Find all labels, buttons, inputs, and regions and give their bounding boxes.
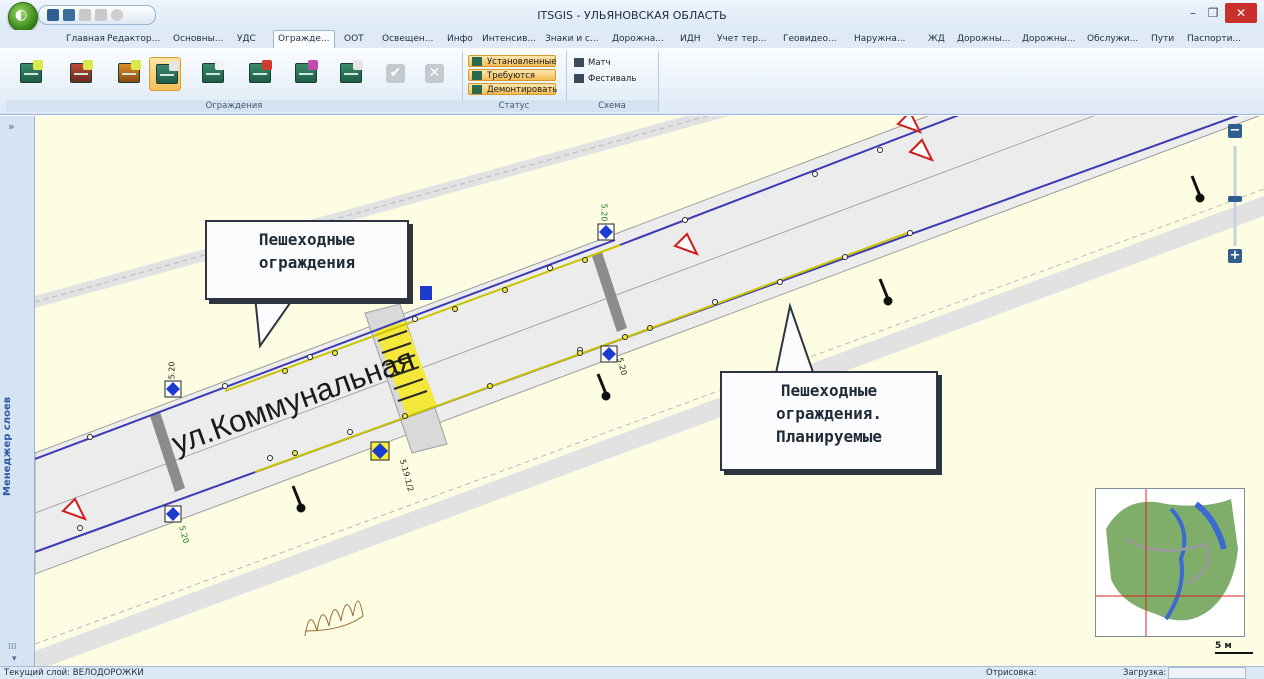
tab-road-1[interactable]: Дорожны...: [957, 31, 1010, 48]
tab-outdoor[interactable]: Наружна...: [854, 31, 905, 48]
scale-bar: 5 м: [1215, 641, 1255, 654]
tab-signs[interactable]: Знаки и с...: [545, 31, 599, 48]
fence-properties-button[interactable]: [334, 57, 364, 89]
paint-fence-button[interactable]: [289, 57, 319, 89]
close-button[interactable]: ✕: [1225, 3, 1257, 23]
tab-editor[interactable]: Редактор...: [107, 31, 160, 48]
load-label: Загрузка:: [1123, 668, 1167, 678]
cancel-button[interactable]: ✕: [419, 57, 449, 89]
sign-label: 5.20: [599, 203, 609, 222]
status-required-label: Требуются: [487, 71, 535, 81]
road-surface: [35, 116, 1261, 575]
tab-info[interactable]: Инфо: [447, 31, 473, 48]
festival-icon: [574, 74, 584, 83]
barrier-add-icon: [118, 60, 141, 83]
load-progress: [1168, 667, 1246, 679]
schema-festival-button[interactable]: Фестиваль: [572, 73, 636, 85]
zoom-slider-thumb[interactable]: [1228, 196, 1242, 202]
status-required-button[interactable]: Требуются: [468, 69, 556, 81]
sketch-mark: [304, 600, 364, 637]
edit-fence-button[interactable]: [149, 57, 181, 91]
status-bar: Текущий слой: ВЕЛОДОРОЖКИ Отрисовка: Заг…: [0, 666, 1264, 679]
ribbon: ✔ ✕ Ограждения Установленные Требуются Д…: [0, 48, 1264, 115]
collapse-panel-icon[interactable]: »: [8, 120, 15, 133]
schema-festival-label: Фестиваль: [588, 74, 637, 84]
checkmark-icon: ✔: [386, 64, 405, 83]
schema-group-label: Схема: [566, 100, 658, 112]
delete-fence-button[interactable]: [243, 57, 273, 89]
fence-delete-icon: [249, 60, 272, 83]
map-svg[interactable]: [35, 116, 1264, 666]
scale-label: 5 м: [1215, 641, 1232, 651]
layer-manager-panel[interactable]: » Менеджер слоев ⁞⁞⁞ ▾: [0, 116, 35, 666]
window-title: ITSGIS - УЛЬЯНОВСКАЯ ОБЛАСТЬ: [537, 9, 727, 22]
title-bar: ◐ ITSGIS - УЛЬЯНОВСКАЯ ОБЛАСТЬ – ❐ ✕: [0, 0, 1264, 32]
tab-main[interactable]: Главная: [66, 31, 105, 48]
minimize-button[interactable]: –: [1183, 3, 1203, 23]
layer-manager-label[interactable]: Менеджер слоев: [2, 397, 13, 496]
fences-group: ✔ ✕ Ограждения: [6, 51, 463, 112]
cross-icon: ✕: [425, 64, 444, 83]
panel-grip-icon[interactable]: ⁞⁞⁞: [8, 642, 17, 652]
tab-service[interactable]: Обслужи...: [1087, 31, 1138, 48]
status-dismantle-button[interactable]: Демонтировать: [468, 83, 558, 95]
tab-railway[interactable]: ЖД: [928, 31, 945, 48]
schema-group: Матч Фестиваль Схема: [566, 51, 659, 112]
tab-basic[interactable]: Основны...: [173, 31, 223, 48]
tab-intensity[interactable]: Интенсив...: [482, 31, 536, 48]
ribbon-tabs: Главная Редактор... Основны... УДС Ограж…: [0, 30, 1264, 48]
current-layer-text: Текущий слой: ВЕЛОДОРОЖКИ: [4, 668, 144, 678]
add-barrier-button[interactable]: [112, 57, 142, 89]
schema-match-button[interactable]: Матч: [572, 57, 611, 69]
tab-territory[interactable]: Учет тер...: [717, 31, 767, 48]
tab-idn[interactable]: ИДН: [680, 31, 701, 48]
tab-road[interactable]: Дорожна...: [612, 31, 664, 48]
fences-group-label: Ограждения: [6, 100, 462, 112]
fence-edit-icon: [156, 61, 179, 84]
zoom-in-button[interactable]: +: [1228, 249, 1242, 263]
map-canvas[interactable]: ул.Коммунальная 5.20 5.20 5.19.1/2 5.20 …: [35, 116, 1264, 666]
required-icon: [472, 71, 482, 80]
zoom-out-button[interactable]: −: [1228, 124, 1242, 138]
add-fence-button[interactable]: [14, 57, 44, 89]
status-dismantle-label: Демонтировать: [487, 85, 558, 95]
status-group: Установленные Требуются Демонтировать Ст…: [462, 51, 567, 112]
fence-section-icon: [70, 60, 93, 83]
tab-lighting[interactable]: Освещен...: [382, 31, 433, 48]
status-installed-label: Установленные: [487, 57, 557, 67]
schema-match-label: Матч: [588, 58, 611, 68]
render-label: Отрисовка:: [986, 668, 1037, 678]
maximize-button[interactable]: ❐: [1203, 3, 1223, 23]
fence-add-icon: [20, 60, 43, 83]
match-icon: [574, 58, 584, 67]
tab-oot[interactable]: ООТ: [344, 31, 364, 48]
fence-info-icon: [202, 60, 225, 83]
add-fence-section-button[interactable]: [64, 57, 94, 89]
tab-geovideo[interactable]: Геовидео...: [783, 31, 837, 48]
status-installed-button[interactable]: Установленные: [468, 55, 557, 67]
status-group-label: Статус: [462, 100, 566, 112]
callout-planned-fences: Пешеходные ограждения. Планируемые: [720, 371, 938, 471]
fence-info-button[interactable]: [196, 57, 226, 89]
apply-button[interactable]: ✔: [380, 57, 410, 89]
fence-properties-icon: [340, 60, 363, 83]
expand-panel-icon[interactable]: ▾: [12, 654, 17, 664]
overview-minimap[interactable]: [1095, 488, 1245, 637]
tab-passport[interactable]: Паспорти...: [1187, 31, 1241, 48]
fence-paint-icon: [295, 60, 318, 83]
callout-pedestrian-fences: Пешеходные ограждения: [205, 220, 409, 300]
tab-uds[interactable]: УДС: [237, 31, 256, 48]
tab-road-2[interactable]: Дорожны...: [1022, 31, 1075, 48]
dismantle-icon: [472, 85, 482, 94]
tab-fences[interactable]: Огражде...: [273, 30, 335, 48]
installed-icon: [472, 57, 482, 66]
sign-label: 5.20: [167, 361, 177, 380]
tab-routes[interactable]: Пути: [1151, 31, 1174, 48]
